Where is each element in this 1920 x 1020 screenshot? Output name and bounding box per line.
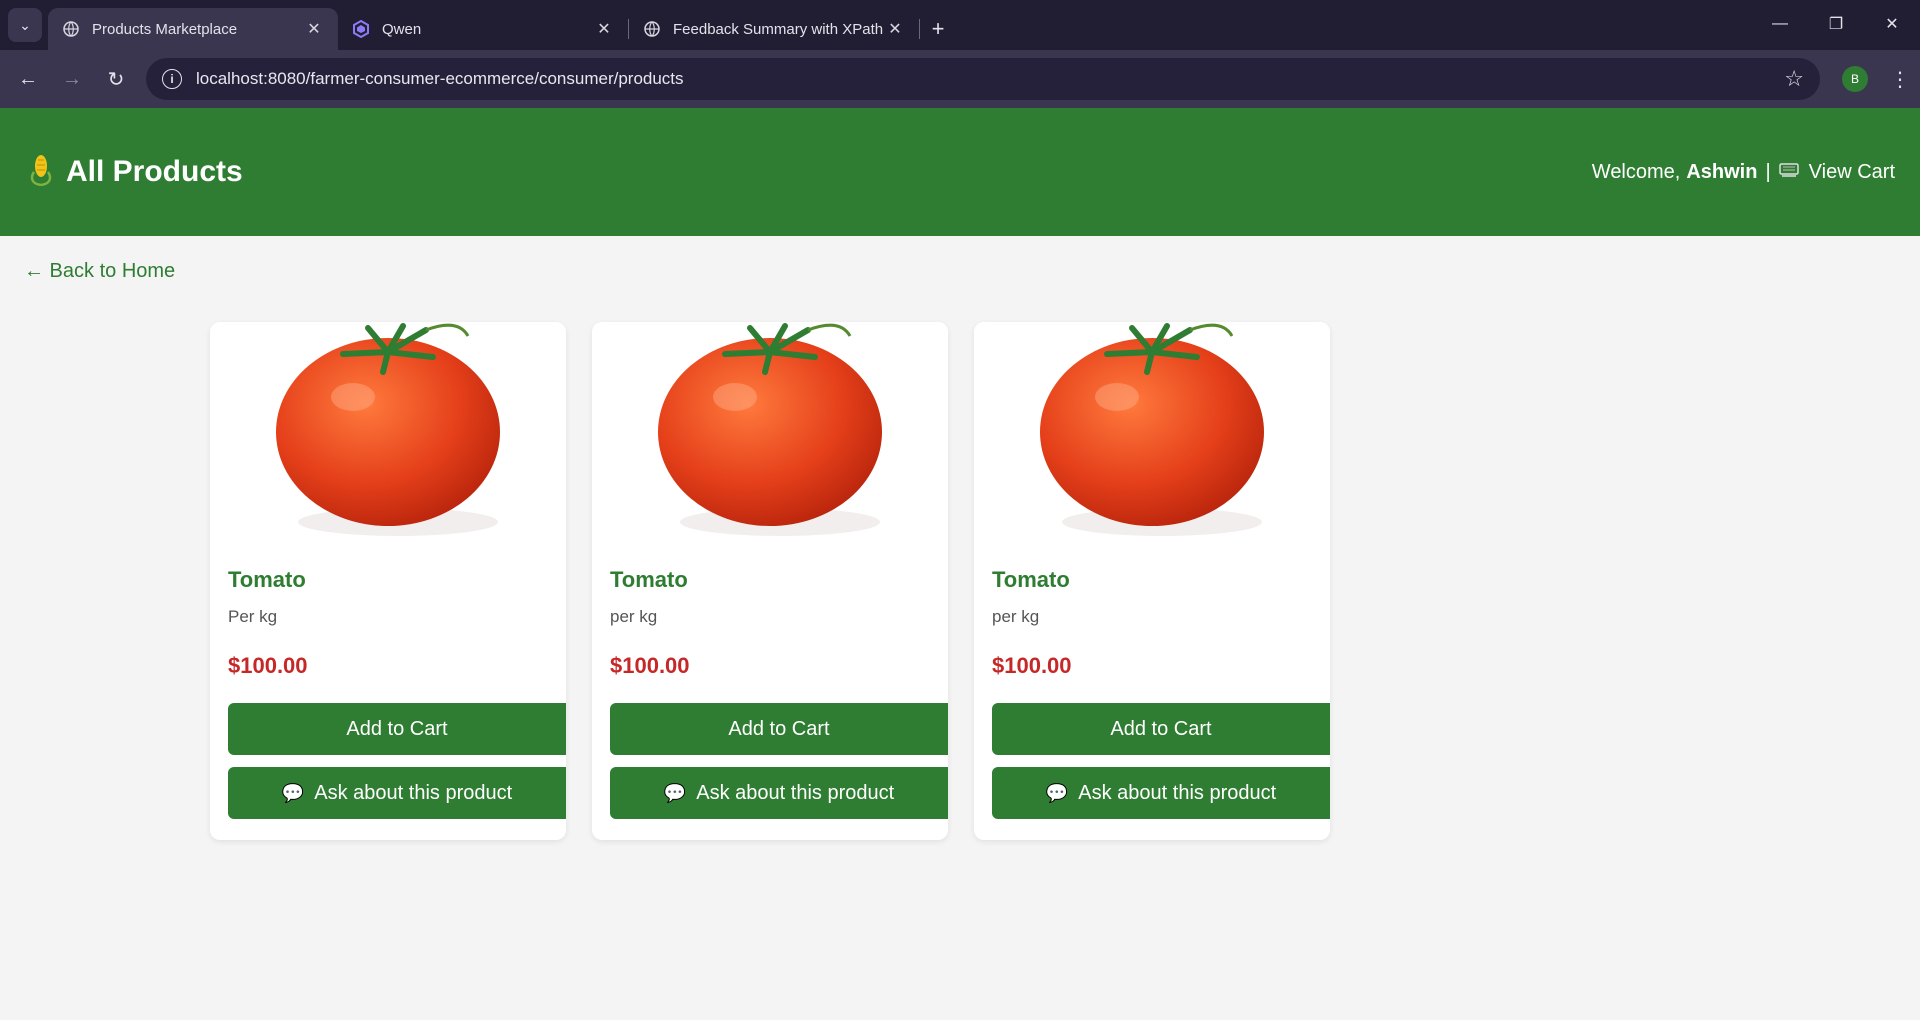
browser-toolbar: ← → ↻ i localhost:8080/farmer-consumer-e… (0, 50, 1920, 108)
close-tab-icon[interactable]: ✕ (885, 19, 905, 39)
profile-avatar[interactable]: B (1842, 66, 1868, 92)
product-price: $100.00 (992, 653, 1072, 678)
ask-about-product-button[interactable]: 💬 Ask about this product (228, 767, 566, 819)
tab-products-marketplace[interactable]: Products Marketplace ✕ (48, 8, 338, 50)
welcome-label: Welcome, (1591, 160, 1681, 183)
product-image (210, 322, 566, 547)
view-cart-label: View Cart (1808, 160, 1895, 183)
add-to-cart-button[interactable]: Add to Cart (228, 703, 566, 755)
close-tab-icon[interactable]: ✕ (304, 19, 324, 39)
product-name: Tomato (992, 567, 1070, 592)
add-to-cart-button[interactable]: Add to Cart (992, 703, 1330, 755)
address-bar[interactable]: i localhost:8080/farmer-consumer-ecommer… (146, 58, 1820, 100)
ask-label: Ask about this product (1078, 781, 1277, 804)
tab-title: Products Marketplace (92, 20, 238, 38)
product-grid: Tomato Per kg $100.00 Add to Cart 💬 Ask a… (210, 322, 1920, 840)
qwen-logo-icon (352, 20, 370, 38)
speech-bubble-icon: 💬 (1045, 782, 1069, 803)
corn-icon (30, 152, 52, 193)
forward-arrow-icon[interactable]: → (52, 59, 92, 99)
tab-qwen[interactable]: Qwen ✕ (338, 8, 628, 50)
product-card: Tomato Per kg $100.00 Add to Cart 💬 Ask a… (210, 322, 566, 840)
cart-icon (1778, 162, 1799, 183)
globe-icon (62, 20, 80, 38)
reload-icon[interactable]: ↻ (96, 59, 136, 99)
add-to-cart-label: Add to Cart (1110, 717, 1212, 740)
window-controls: — ❐ ✕ (1752, 0, 1920, 50)
close-window-icon[interactable]: ✕ (1864, 0, 1920, 48)
product-image (592, 322, 948, 547)
nav-separator: | (1765, 160, 1771, 183)
user-nav: Welcome, Ashwin | View Cart (1592, 161, 1895, 184)
new-tab-button[interactable]: + (920, 8, 956, 50)
tab-search-button[interactable]: ⌄ (8, 8, 42, 42)
site-info-icon[interactable]: i (162, 69, 182, 89)
username: Ashwin (1686, 160, 1758, 183)
product-price: $100.00 (610, 653, 690, 678)
add-to-cart-label: Add to Cart (346, 717, 448, 740)
view-cart-link[interactable]: View Cart (1778, 160, 1895, 184)
back-arrow-icon[interactable]: ← (8, 59, 48, 99)
add-to-cart-label: Add to Cart (728, 717, 830, 740)
restore-icon[interactable]: ❐ (1808, 0, 1864, 48)
product-price: $100.00 (228, 653, 308, 678)
add-to-cart-button[interactable]: Add to Cart (610, 703, 948, 755)
ask-label: Ask about this product (696, 781, 895, 804)
globe-icon (643, 20, 661, 38)
brand: All Products (30, 152, 243, 193)
browser-tabstrip: ⌄ Products Marketplace ✕ Qwen ✕ Feedback… (0, 0, 1920, 50)
product-name: Tomato (610, 567, 688, 592)
product-card: Tomato per kg $100.00 Add to Cart 💬 Ask a… (592, 322, 948, 840)
minimize-icon[interactable]: — (1752, 0, 1808, 48)
url-text[interactable]: localhost:8080/farmer-consumer-ecommerce… (196, 69, 1784, 89)
bookmark-star-icon[interactable]: ☆ (1784, 66, 1804, 92)
product-unit: per kg (610, 607, 658, 626)
tab-title: Feedback Summary with XPath (673, 20, 884, 38)
ask-label: Ask about this product (314, 781, 513, 804)
ask-about-product-button[interactable]: 💬 Ask about this product (992, 767, 1330, 819)
product-unit: Per kg (228, 607, 278, 626)
speech-bubble-icon: 💬 (281, 782, 305, 803)
product-card: Tomato per kg $100.00 Add to Cart 💬 Ask a… (974, 322, 1330, 840)
speech-bubble-icon: 💬 (663, 782, 687, 803)
product-name: Tomato (228, 567, 306, 592)
ask-about-product-button[interactable]: 💬 Ask about this product (610, 767, 948, 819)
page-header: All Products Welcome, Ashwin | View Cart (0, 108, 1920, 236)
tab-feedback-summary[interactable]: Feedback Summary with XPath ✕ (629, 8, 919, 50)
page-title: All Products (66, 155, 243, 188)
tab-title: Qwen (382, 20, 422, 38)
close-tab-icon[interactable]: ✕ (594, 19, 614, 39)
product-image (974, 322, 1330, 547)
product-unit: per kg (992, 607, 1040, 626)
browser-menu-icon[interactable]: ⋮ (1888, 67, 1912, 92)
back-to-home-link[interactable]: ← Back to Home (24, 260, 175, 283)
